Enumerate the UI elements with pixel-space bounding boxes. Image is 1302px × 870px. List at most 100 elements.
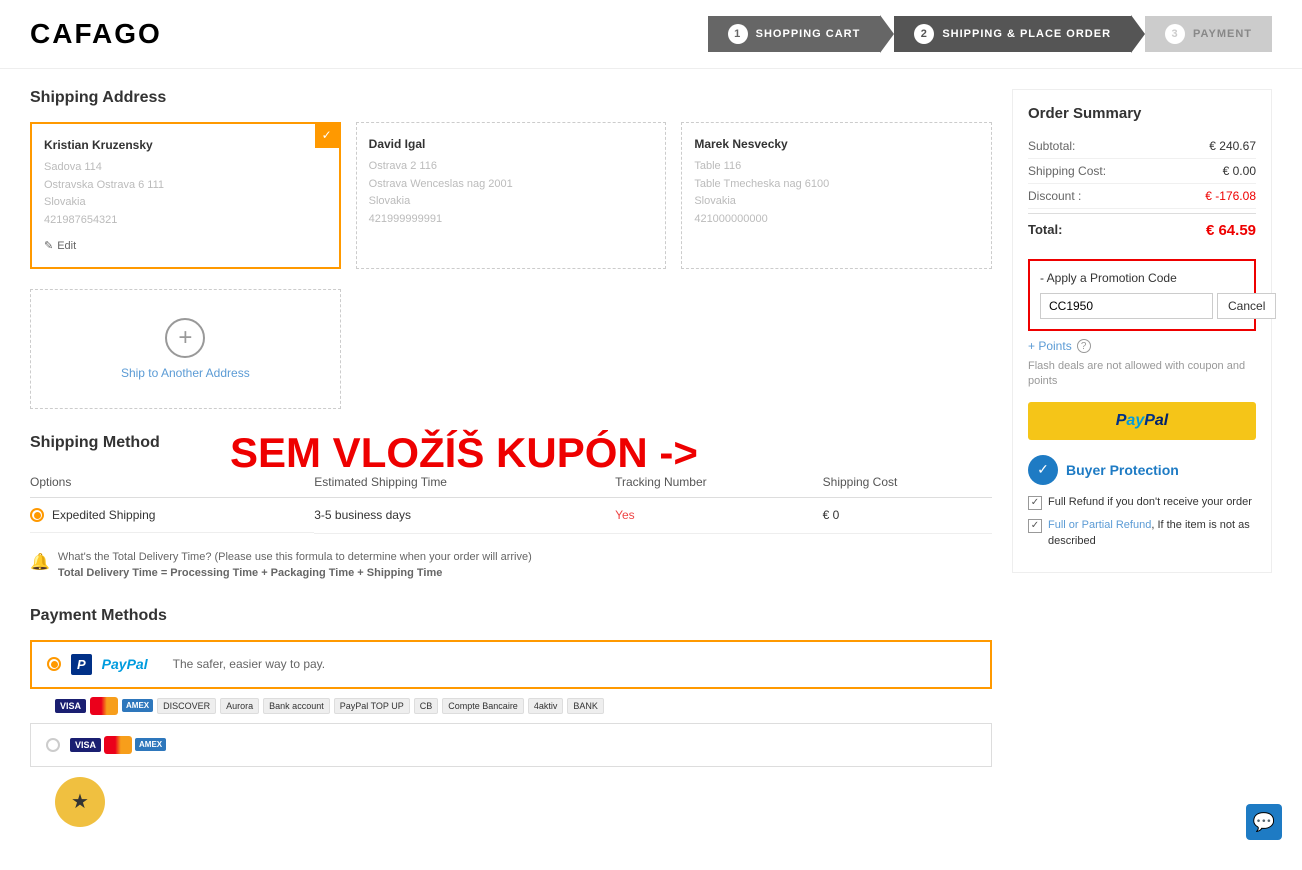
header: CAFAGO 1 SHOPPING CART 2 SHIPPING & PLAC… bbox=[0, 0, 1302, 69]
paypal-badge: ★ bbox=[55, 777, 105, 827]
address-card-3[interactable]: Marek Nesvecky Table 116 Table Tmecheska… bbox=[681, 122, 992, 269]
step-2[interactable]: 2 SHIPPING & PLACE ORDER bbox=[894, 16, 1131, 52]
mc-card-icon bbox=[104, 736, 132, 754]
address-grid: ✓ Kristian Kruzensky Sadova 114 Ostravsk… bbox=[30, 122, 992, 269]
address-1-line1: Sadova 114 bbox=[44, 159, 327, 177]
shipping-table: Options Estimated Shipping Time Tracking… bbox=[30, 467, 992, 534]
radio-expedited[interactable] bbox=[30, 508, 44, 522]
shipping-cost: € 0 bbox=[823, 498, 992, 534]
check-icon-2: ✓ bbox=[1028, 519, 1042, 533]
points-help-icon[interactable]: ? bbox=[1077, 339, 1091, 353]
points-label: + Points bbox=[1028, 339, 1072, 353]
step-2-arrow bbox=[1131, 15, 1145, 53]
payment-methods-title: Payment Methods bbox=[30, 607, 992, 625]
pp-logo-2: ay bbox=[1126, 412, 1144, 430]
paypal-checkout-button[interactable]: PayPal bbox=[1028, 402, 1256, 440]
order-summary: Order Summary Subtotal: € 240.67 Shippin… bbox=[1012, 89, 1272, 573]
payment-icons: VISA AMEX DISCOVER Aurora Bank account P… bbox=[55, 697, 992, 715]
flash-note: Flash deals are not allowed with coupon … bbox=[1028, 359, 1256, 390]
4aktiv-icon: 4aktiv bbox=[528, 698, 564, 714]
step-1[interactable]: 1 SHOPPING CART bbox=[708, 16, 881, 52]
card-logos: VISA AMEX bbox=[70, 736, 166, 754]
bank-account-icon: Bank account bbox=[263, 698, 330, 714]
total-row: Total: € 64.59 bbox=[1028, 213, 1256, 247]
main-content: Shipping Address ✓ Kristian Kruzensky Sa… bbox=[0, 69, 1302, 847]
payment-option-paypal[interactable]: P PayPal The safer, easier way to pay. bbox=[30, 640, 992, 689]
address-3-line2: Table Tmecheska nag 6100 bbox=[694, 176, 979, 194]
address-check-icon: ✓ bbox=[315, 124, 339, 148]
cb-icon: CB bbox=[414, 698, 439, 714]
address-3-phone: 421000000000 bbox=[694, 211, 979, 229]
subtotal-row: Subtotal: € 240.67 bbox=[1028, 134, 1256, 159]
address-2-line2: Ostrava Wenceslas nag 2001 bbox=[369, 176, 654, 194]
total-label: Total: bbox=[1028, 222, 1062, 239]
compte-bancaire-icon: Compte Bancaire bbox=[442, 698, 524, 714]
shield-icon: ✓ bbox=[1028, 455, 1058, 485]
address-1-line2: Ostravska Ostrava 6 111 bbox=[44, 177, 327, 195]
buyer-protection: ✓ Buyer Protection ✓ Full Refund if you … bbox=[1028, 455, 1256, 549]
steps: 1 SHOPPING CART 2 SHIPPING & PLACE ORDER… bbox=[708, 15, 1272, 53]
step-2-number: 2 bbox=[914, 24, 934, 44]
address-2-country: Slovakia bbox=[369, 193, 654, 211]
address-card-1[interactable]: ✓ Kristian Kruzensky Sadova 114 Ostravsk… bbox=[30, 122, 341, 269]
step-1-number: 1 bbox=[728, 24, 748, 44]
aurora-icon: Aurora bbox=[220, 698, 259, 714]
discover-icon: DISCOVER bbox=[157, 698, 216, 714]
delivery-note: 🔔 What's the Total Delivery Time? (Pleas… bbox=[30, 549, 992, 582]
paypal-badge-area: ★ bbox=[55, 777, 992, 827]
protection-item-1: ✓ Full Refund if you don't receive your … bbox=[1028, 495, 1256, 510]
step-3[interactable]: 3 PAYMENT bbox=[1145, 16, 1272, 52]
protection-text-2: Full or Partial Refund, If the item is n… bbox=[1048, 518, 1256, 549]
address-3-country: Slovakia bbox=[694, 193, 979, 211]
address-3-name: Marek Nesvecky bbox=[694, 135, 979, 154]
pp-logo-3: P bbox=[1144, 412, 1155, 430]
add-address-card[interactable]: + Ship to Another Address bbox=[30, 289, 341, 409]
step-3-number: 3 bbox=[1165, 24, 1185, 44]
shipping-value: € 0.00 bbox=[1223, 164, 1256, 178]
payment-section: Payment Methods P PayPal The safer, easi… bbox=[30, 607, 992, 827]
visa-icon: VISA bbox=[55, 699, 86, 713]
visa-card-icon: VISA bbox=[70, 738, 101, 752]
points-row[interactable]: + Points ? bbox=[1028, 339, 1256, 353]
address-2-line1: Ostrava 2 116 bbox=[369, 158, 654, 176]
radio-paypal[interactable] bbox=[47, 657, 61, 671]
paypal-desc: The safer, easier way to pay. bbox=[173, 657, 326, 671]
step-3-label: PAYMENT bbox=[1193, 28, 1252, 40]
chat-button[interactable]: 💬 bbox=[1246, 804, 1282, 840]
discount-value: € -176.08 bbox=[1205, 189, 1256, 203]
address-1-phone: 421987654321 bbox=[44, 212, 327, 230]
promo-input-row: Cancel bbox=[1040, 293, 1244, 319]
payment-option-card[interactable]: VISA AMEX bbox=[30, 723, 992, 767]
promo-cancel-button[interactable]: Cancel bbox=[1217, 293, 1276, 319]
col-cost: Shipping Cost bbox=[823, 467, 992, 498]
buyer-protection-title: Buyer Protection bbox=[1066, 462, 1179, 478]
add-icon: + bbox=[165, 318, 205, 358]
shipping-address-title: Shipping Address bbox=[30, 89, 992, 107]
paypal-label: PayPal bbox=[102, 656, 148, 672]
protection-item-2: ✓ Full or Partial Refund, If the item is… bbox=[1028, 518, 1256, 549]
promo-code-input[interactable] bbox=[1040, 293, 1213, 319]
buyer-protection-header: ✓ Buyer Protection bbox=[1028, 455, 1256, 485]
promo-label: - Apply a Promotion Code bbox=[1040, 271, 1244, 285]
address-3-line1: Table 116 bbox=[694, 158, 979, 176]
paypal-topup-icon: PayPal TOP UP bbox=[334, 698, 410, 714]
check-icon-1: ✓ bbox=[1028, 496, 1042, 510]
address-1-country: Slovakia bbox=[44, 194, 327, 212]
radio-card[interactable] bbox=[46, 738, 60, 752]
shipping-tracking: Yes bbox=[615, 498, 823, 534]
address-1-edit[interactable]: ✎ Edit bbox=[44, 238, 327, 256]
address-2-phone: 421999999991 bbox=[369, 211, 654, 229]
pp-logo-4: al bbox=[1155, 412, 1168, 430]
shipping-time: 3-5 business days bbox=[314, 498, 615, 534]
amex-icon: AMEX bbox=[122, 699, 153, 712]
logo: CAFAGO bbox=[30, 18, 162, 50]
shipping-option[interactable]: Expedited Shipping bbox=[30, 498, 314, 533]
pp-logo-1: P bbox=[1116, 412, 1127, 430]
paypal-p-logo: P bbox=[71, 654, 92, 675]
delivery-note-text: What's the Total Delivery Time? (Please … bbox=[58, 549, 532, 566]
shipping-row-summary: Shipping Cost: € 0.00 bbox=[1028, 159, 1256, 184]
bell-icon: 🔔 bbox=[30, 551, 50, 575]
promo-code-section: - Apply a Promotion Code Cancel bbox=[1028, 259, 1256, 331]
subtotal-value: € 240.67 bbox=[1209, 139, 1256, 153]
address-card-2[interactable]: David Igal Ostrava 2 116 Ostrava Wencesl… bbox=[356, 122, 667, 269]
